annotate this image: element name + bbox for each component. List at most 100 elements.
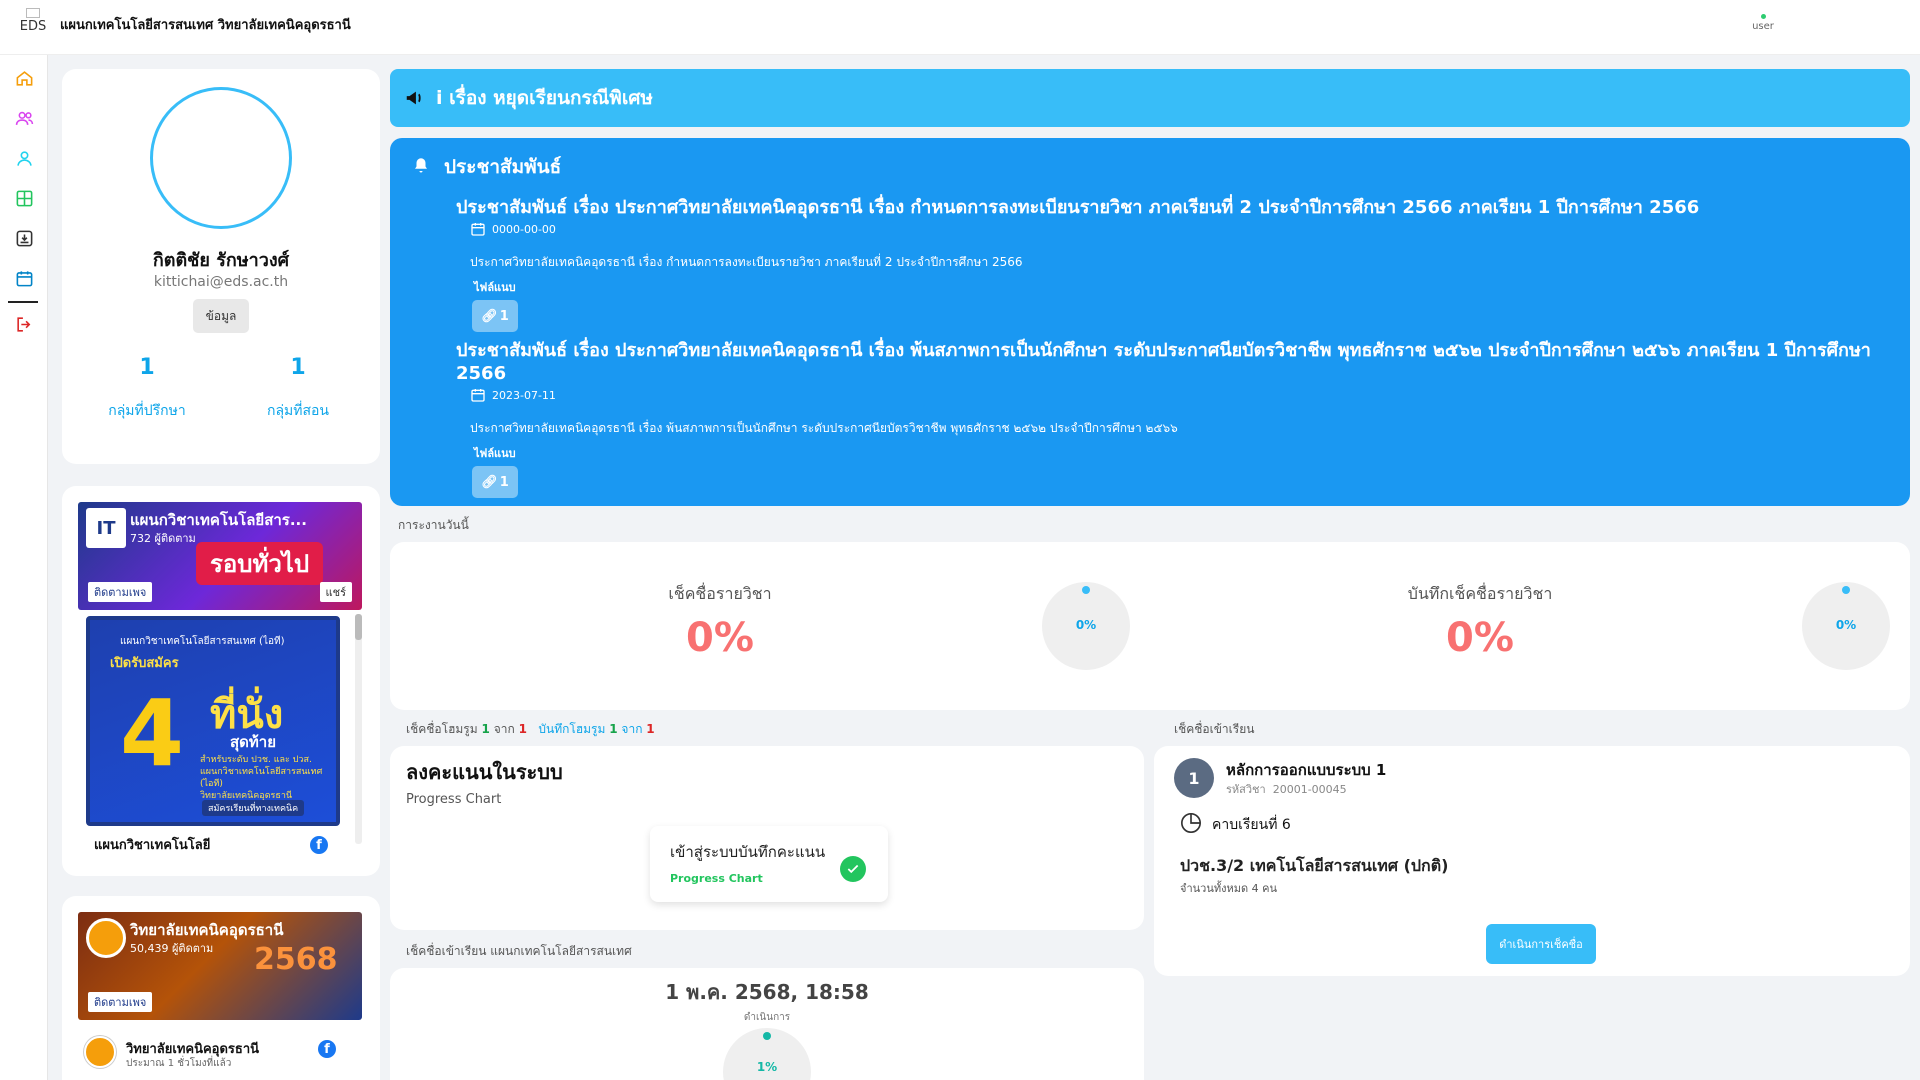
fb-page-header[interactable]: IT แผนกวิชาเทคโนโลยีสาร... 732 ผู้ติดตาม… (78, 502, 362, 610)
clock-pie-icon (1180, 812, 1202, 834)
fb-post-time: ประมาณ 1 ชั่วโมงที่แล้ว (126, 1058, 232, 1069)
course-code: รหัสวิชา 20001-00045 (1226, 783, 1347, 796)
dept-datetime: 1 พ.ค. 2568, 18:58 (665, 980, 869, 1004)
class-group: ปวช.3/2 เทคโนโลยีสารสนเทศ (ปกติ) (1180, 856, 1449, 875)
class-period: คาบเรียนที่ 6 (1212, 817, 1291, 833)
poster-details: สำหรับระดับ ปวช. และ ปวส. แผนกวิชาเทคโนโล… (200, 755, 323, 801)
dept-gauge: 1% (723, 1028, 811, 1080)
checkin-card: 1 หลักการออกแบบระบบ 1 รหัสวิชา 20001-000… (1154, 746, 1910, 976)
profile-email: kittichai@eds.ac.th (153, 274, 289, 290)
profile-avatar (150, 87, 292, 229)
poster-org: แผนกวิชาเทคโนโลยีสารสนเทศ (ไอที) (120, 636, 285, 647)
college-seal-icon (86, 918, 126, 958)
stat-label: กลุ่มที่ปรึกษา (108, 403, 186, 419)
news-item-title[interactable]: ประชาสัมพันธ์ เรื่อง ประกาศวิทยาลัยเทคนิ… (456, 339, 1896, 385)
home-icon[interactable] (14, 68, 34, 88)
grid-icon[interactable] (14, 188, 34, 208)
fb-share-button[interactable]: แชร์ (319, 582, 352, 602)
check-circle-icon (840, 856, 866, 882)
fb-page-header[interactable]: วิทยาลัยเทคนิคอุดรธานี 50,439 ผู้ติดตาม … (78, 912, 362, 1020)
bell-icon (415, 158, 427, 173)
stat-advisory-groups[interactable]: 1 กลุ่มที่ปรึกษา (87, 355, 207, 422)
fb-post-author[interactable]: แผนกวิชาเทคโนโลยี (94, 834, 210, 855)
course-number-badge: 1 (1174, 758, 1214, 798)
top-bar: EDS แผนกเทคโนโลยีสารสนเทศ วิทยาลัยเทคนิค… (0, 0, 1920, 55)
news-attachment-button[interactable]: 🔗︎ 1 (472, 300, 518, 332)
kpi-value: 0% (686, 615, 754, 661)
facebook-widget-it-dept[interactable]: IT แผนกวิชาเทคโนโลยีสาร... 732 ผู้ติดตาม… (62, 486, 380, 876)
fb-followers: 50,439 ผู้ติดตาม (130, 942, 214, 955)
link-icon: 🔗︎ (481, 474, 498, 490)
sidebar-divider (8, 301, 38, 303)
announcement-title: i เรื่อง หยุดเรียนกรณีพิเศษ (436, 87, 653, 109)
calendar-icon[interactable] (14, 268, 34, 288)
fb-cover-badge: รอบทั่วไป (196, 542, 324, 585)
kpi-gauge: 0% (1802, 582, 1890, 670)
poster-apply: สมัครเรียนที่ทางเทคนิค (202, 800, 305, 816)
poster-last: สุดท้าย (230, 733, 276, 751)
app-title: แผนกเทคโนโลยีสารสนเทศ วิทยาลัยเทคนิคอุดร… (60, 18, 351, 33)
fb-cover-year: 2568 (254, 942, 338, 977)
fb-post-header[interactable]: วิทยาลัยเทคนิคอุดรธานี ประมาณ 1 ชั่วโมงท… (78, 1036, 364, 1076)
news-attachment-button[interactable]: 🔗︎ 1 (472, 466, 518, 498)
link-icon: 🔗︎ (481, 308, 498, 324)
fb-follow-button[interactable]: ติดตามเพจ (88, 992, 153, 1012)
stat-teaching-groups[interactable]: 1 กลุ่มที่สอน (238, 355, 358, 422)
kpi-course-checkin-record: บันทึกเช็คชื่อรายวิชา 0% (1350, 582, 1610, 661)
dept-section-label: เช็คชื่อเข้าเรียน แผนกเทคโนโลยีสารสนเทศ (406, 944, 632, 958)
profile-name: กิตติชัย รักษาวงศ์ (152, 250, 290, 271)
user-avatar[interactable]: user (1750, 12, 1776, 32)
profile-info-button[interactable]: ข้อมูล (193, 299, 249, 333)
checkin-section-label: เช็คชื่อเข้าเรียน (1174, 722, 1255, 736)
score-entry-subtitle: Progress Chart (670, 872, 763, 885)
kpi-gauge: 0% (1042, 582, 1130, 670)
kpi-label: บันทึกเช็คชื่อรายวิชา (1407, 584, 1553, 603)
homeroom-counts: เช็คชื่อโฮมรูม 1 จาก 1 บันทึกโฮมรูม 1 จา… (406, 722, 655, 736)
stat-value: 1 (290, 355, 306, 380)
scores-subtitle: Progress Chart (406, 792, 502, 807)
facebook-icon: f (318, 1040, 336, 1058)
it-dept-logo: IT (86, 508, 126, 548)
college-seal-icon (84, 1036, 116, 1068)
start-checkin-button[interactable]: ดำเนินการเช็คชื่อ (1486, 924, 1596, 964)
user-icon[interactable] (14, 148, 34, 168)
facebook-widget-college[interactable]: วิทยาลัยเทคนิคอุดรธานี 50,439 ผู้ติดตาม … (62, 896, 380, 1080)
kpi-course-checkin: เช็คชื่อรายวิชา 0% (590, 582, 850, 661)
stat-label: กลุ่มที่สอน (266, 403, 330, 419)
dept-checkin-card: 1 พ.ค. 2568, 18:58 ดำเนินการ 1% (390, 968, 1144, 1080)
poster-headline: เปิดรับสมัคร (110, 656, 179, 671)
poster-number: 4 (120, 680, 185, 787)
news-panel: ประชาสัมพันธ์ ประชาสัมพันธ์ เรื่อง ประกา… (390, 138, 1910, 506)
news-heading: ประชาสัมพันธ์ (444, 156, 562, 178)
news-item-date: 2023-07-11 (456, 387, 1896, 403)
today-card: เช็คชื่อรายวิชา 0% 0% บันทึกเช็คชื่อรายว… (390, 542, 1910, 710)
today-section-label: การะงานวันนี้ (398, 518, 469, 532)
logout-icon[interactable] (14, 314, 34, 334)
news-attach-label: ไฟล์แนบ (474, 281, 516, 294)
news-item-title[interactable]: ประชาสัมพันธ์ เรื่อง ประกาศวิทยาลัยเทคนิ… (456, 196, 1896, 219)
download-box-icon[interactable] (14, 228, 34, 248)
kpi-value: 0% (1446, 615, 1514, 661)
fb-follow-button[interactable]: ติดตามเพจ (88, 582, 153, 602)
news-attach-label: ไฟล์แนบ (474, 447, 516, 460)
score-entry-title: เข้าสู่ระบบบันทึกคะแนน (670, 843, 826, 861)
facebook-icon: f (310, 836, 328, 854)
stat-value: 1 (139, 355, 155, 380)
news-item: ประชาสัมพันธ์ เรื่อง ประกาศวิทยาลัยเทคนิ… (456, 339, 1896, 498)
app-logo[interactable]: EDS (18, 8, 48, 34)
users-icon[interactable] (14, 108, 34, 128)
sidebar (0, 55, 48, 1080)
news-item: ประชาสัมพันธ์ เรื่อง ประกาศวิทยาลัยเทคนิ… (456, 196, 1896, 332)
class-count: จำนวนทั้งหมด 4 คน (1180, 882, 1277, 895)
kpi-label: เช็คชื่อรายวิชา (668, 584, 772, 603)
scores-card: ลงคะแนนในระบบ Progress Chart เข้าสู่ระบบ… (390, 746, 1144, 930)
course-name: หลักการออกแบบระบบ 1 (1226, 761, 1387, 779)
fb-followers: 732 ผู้ติดตาม (130, 532, 196, 545)
news-item-date: 0000-00-00 (456, 221, 1896, 237)
news-item-body: ประกาศวิทยาลัยเทคนิคอุดรธานี เรื่อง กำหน… (470, 255, 1023, 269)
announcement-banner[interactable]: i เรื่อง หยุดเรียนกรณีพิเศษ (390, 69, 1910, 127)
score-entry-card[interactable]: เข้าสู่ระบบบันทึกคะแนน Progress Chart (650, 826, 888, 902)
calendar-icon (471, 389, 485, 402)
fb-post-image[interactable]: แผนกวิชาเทคโนโลยีสารสนเทศ (ไอที) เปิดรับ… (86, 616, 340, 826)
fb-scrollbar[interactable] (355, 614, 362, 844)
